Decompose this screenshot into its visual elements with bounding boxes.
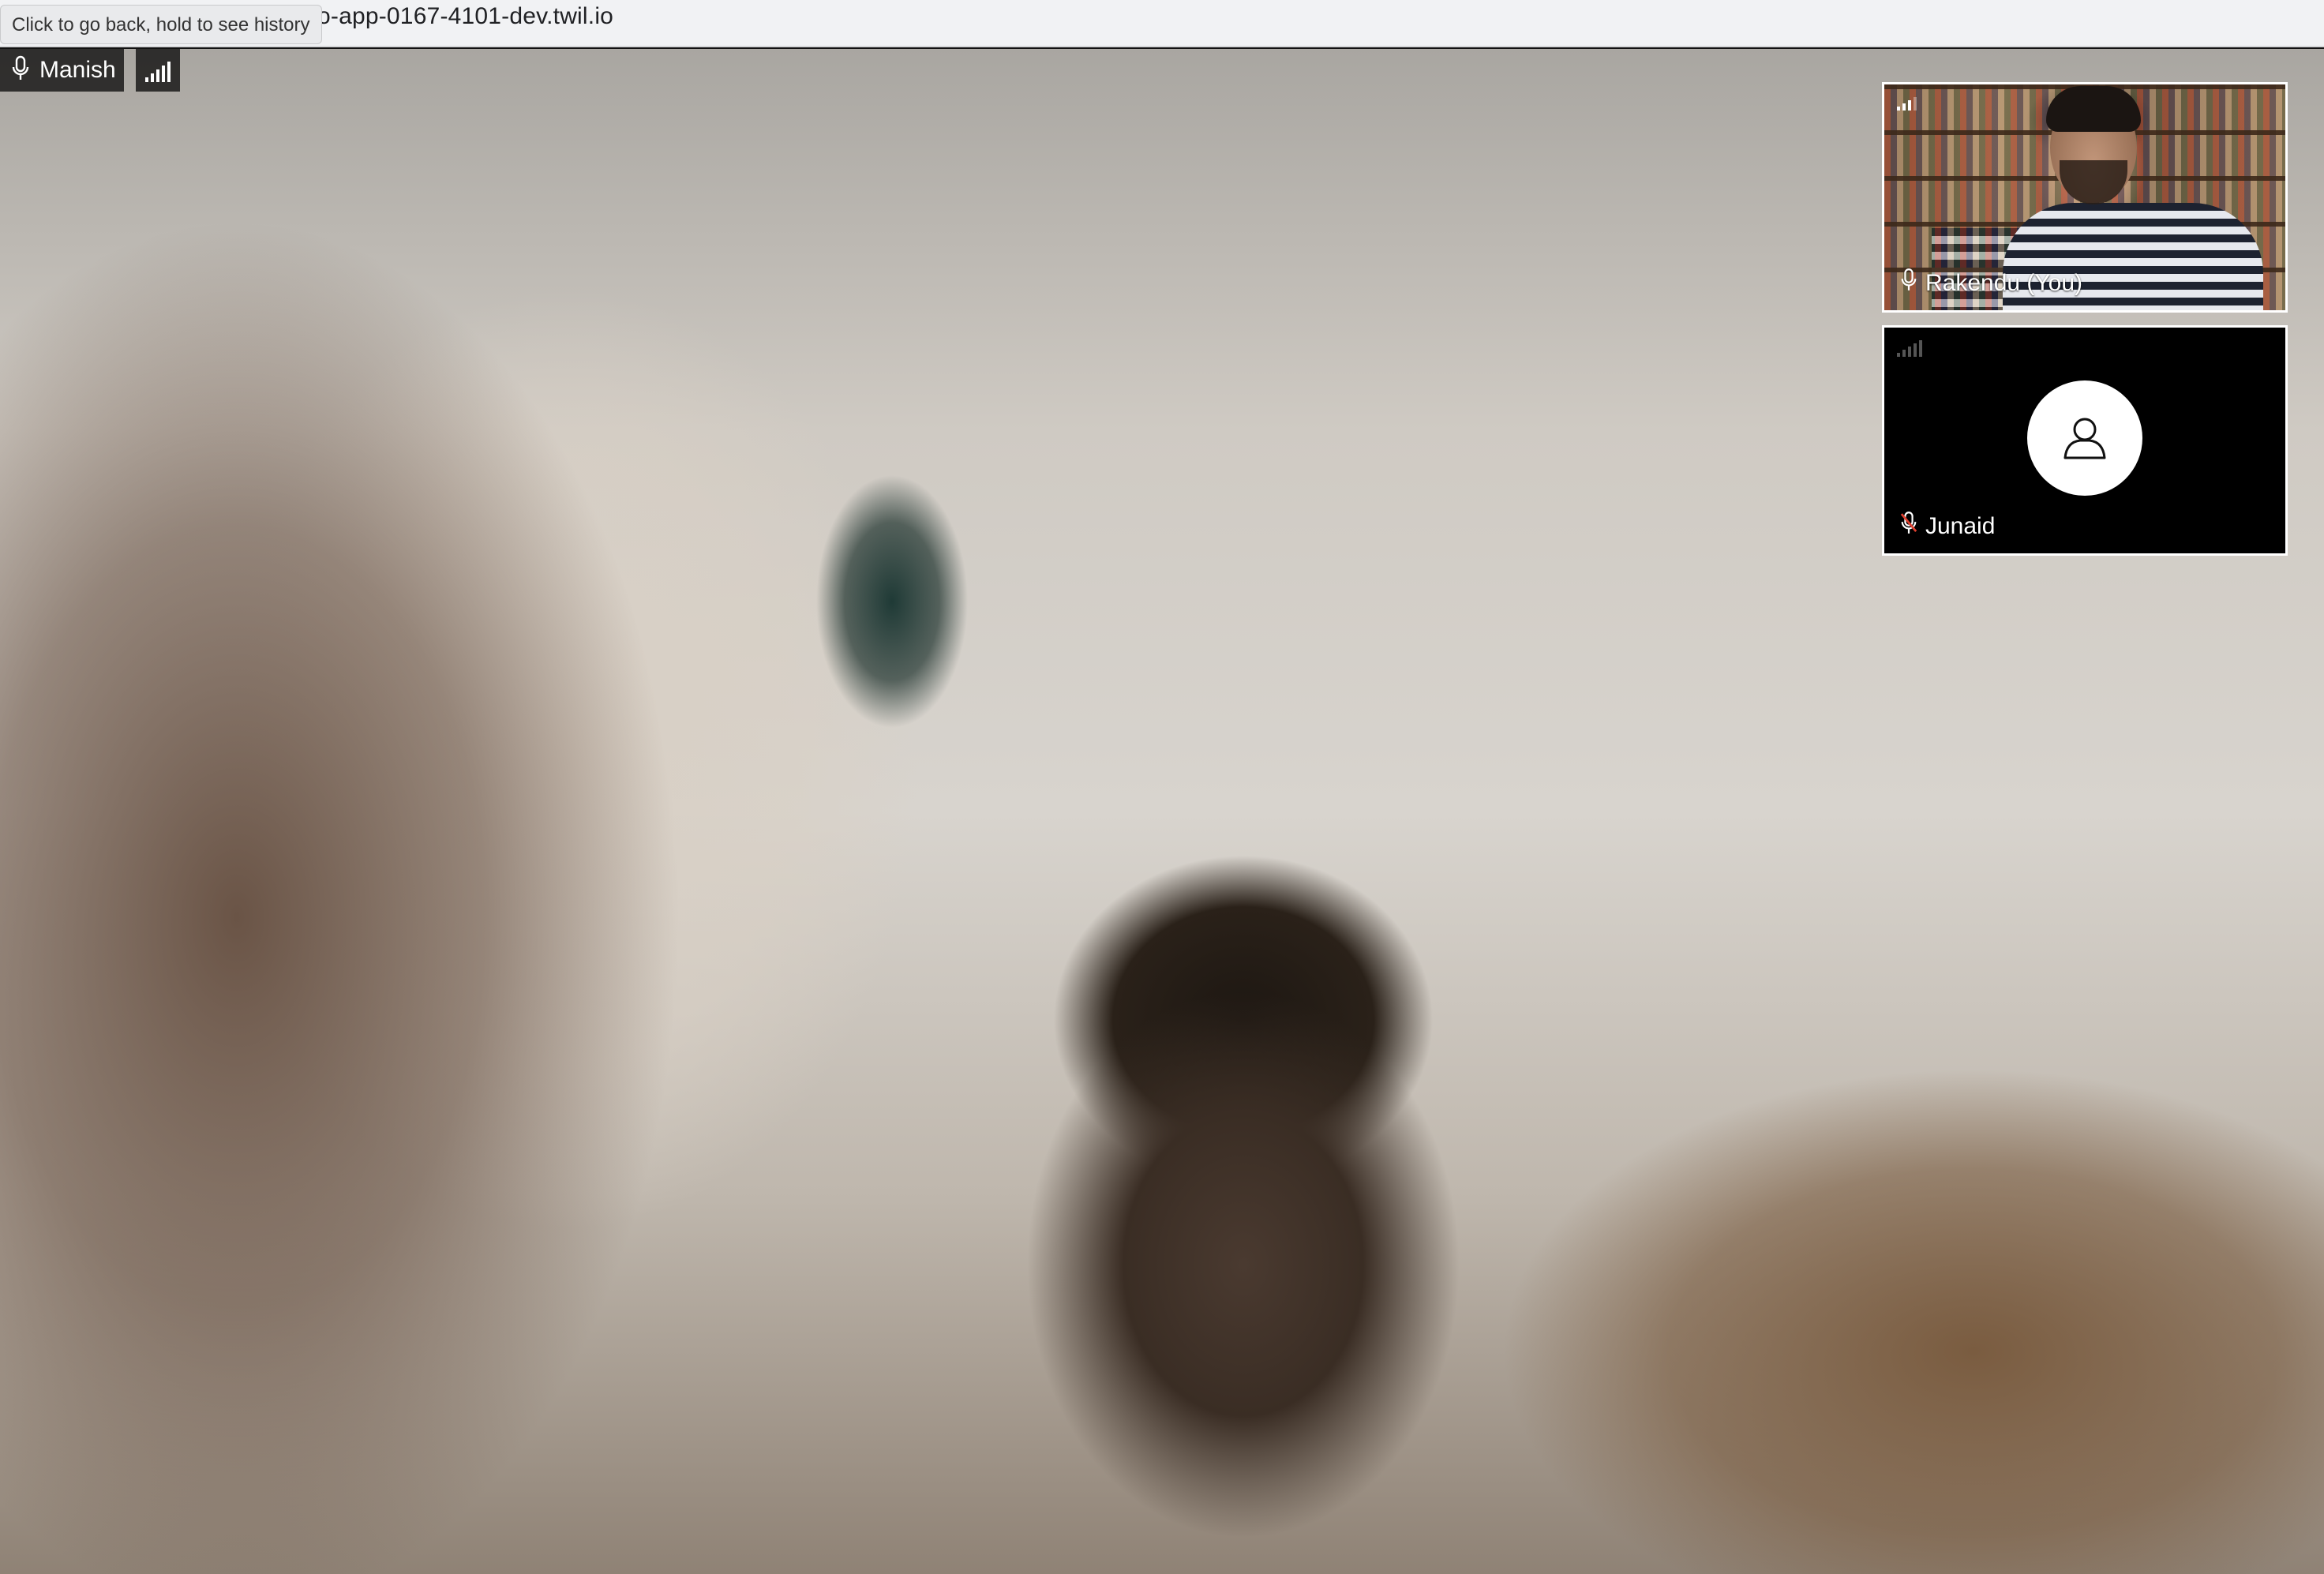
participant-tile-junaid[interactable]: Junaid [1882,325,2288,556]
participant-tile-self[interactable]: Rakendu (You) [1882,82,2288,313]
participant-name: Junaid [1925,513,1996,539]
main-participant-badge: Manish [0,49,124,92]
mic-muted-icon [1900,511,1917,542]
signal-bars-icon [136,49,180,92]
participant-label: Junaid [1900,511,1995,542]
browser-toolbar: o-app-0167-4101-dev.twil.io Click to go … [0,0,2324,47]
participant-label: Rakendu (You) [1900,268,2082,299]
mic-icon [1900,268,1917,299]
address-bar-url[interactable]: o-app-0167-4101-dev.twil.io [317,3,613,30]
user-avatar-icon [2027,380,2142,496]
back-button-tooltip: Click to go back, hold to see history [0,5,322,44]
signal-bars-icon [1897,340,1922,357]
mic-icon [11,55,30,86]
signal-bars-icon [1897,97,1917,111]
participant-name: Rakendu (You) [1925,270,2083,296]
main-participant-name: Manish [39,57,116,83]
